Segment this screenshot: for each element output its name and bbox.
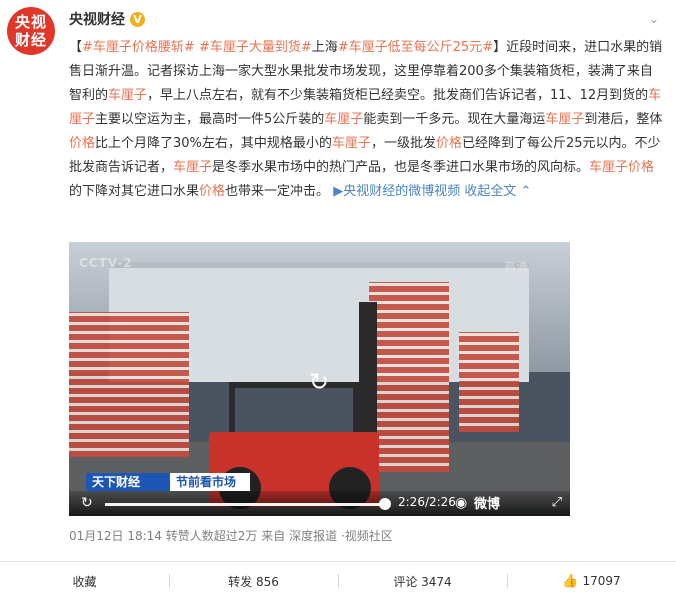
keyword-highlight: 价格 — [199, 184, 226, 199]
source-prefix: 来自 — [261, 529, 286, 543]
post-segment: 也带来一定冲击。 — [225, 184, 330, 199]
more-menu-chevron-icon[interactable]: ⌄ — [646, 12, 662, 26]
repost-label: 转发 856 — [228, 574, 279, 589]
keyword-highlight: 车厘子 — [331, 136, 371, 151]
hashtag-large-arrival[interactable]: #车厘子大量到货# — [199, 40, 312, 55]
video-frame-crates-mid — [369, 282, 449, 472]
favorite-button[interactable]: 收藏 — [0, 562, 169, 600]
video-frame-crates-right — [459, 332, 519, 432]
progress-handle[interactable] — [379, 498, 391, 510]
video-player[interactable]: CCTV-2 高清 ↻ 天下财经 节前看市场 ↻ 2:26/2:26 ◉ 微博 … — [69, 242, 570, 516]
post-segment: ，早上八点左右，就有不少集装箱货柜已经卖空。批发商们告诉记者，11、12月到货的 — [147, 88, 649, 103]
program-tag: 天下财经 — [86, 473, 170, 491]
thumbs-up-icon: 👍 — [562, 573, 579, 589]
avatar-text-top: 央视 — [14, 13, 47, 31]
author-name-row: 央视财经 V — [69, 9, 145, 29]
like-button[interactable]: 👍 17097 — [507, 562, 676, 600]
replay-control-icon[interactable]: ↻ — [81, 495, 93, 511]
keyword-highlight: 车厘子 — [324, 112, 364, 127]
keyword-highlight: 车厘子 — [545, 112, 585, 127]
fullscreen-icon[interactable]: ⤢ — [552, 495, 562, 510]
avatar[interactable]: 央视 财经 — [7, 7, 55, 55]
keyword-highlight: 车厘子 — [173, 160, 213, 175]
repost-count-text: 转赞人数超过2万 — [165, 529, 258, 543]
segment-tag: 节前看市场 — [170, 473, 250, 491]
post-meta: 01月12日 18:14 转赞人数超过2万 来自 深度报道 ·视频社区 — [69, 527, 393, 544]
keyword-highlight: 车厘子 — [108, 88, 148, 103]
video-frame-crates-left — [69, 312, 189, 457]
post-text: 【#车厘子价格腰斩# #车厘子大量到货#上海#车厘子低至每公斤25元#】近段时间… — [69, 36, 665, 204]
video-controls: ↻ 2:26/2:26 ◉ 微博 ⤢ — [69, 491, 570, 516]
keyword-highlight: 车厘子价格 — [589, 160, 655, 175]
hashtag3-prefix: 上海 — [311, 40, 338, 55]
verified-badge-icon: V — [130, 11, 145, 27]
channel-watermark: CCTV-2 — [79, 256, 133, 270]
bracket-open: 【 — [69, 40, 83, 55]
repost-button[interactable]: 转发 856 — [169, 562, 338, 600]
post-segment: 能卖到一千多元。现在大量海运 — [363, 112, 546, 127]
post-segment: 是冬季水果市场中的热门产品，也是冬季进口水果市场的风向标。 — [212, 160, 590, 175]
post-segment: 的下降对其它进口水果 — [69, 184, 200, 199]
chevron-up-icon[interactable]: ⌃ — [516, 184, 531, 199]
source-link-1[interactable]: 深度报道 — [289, 529, 337, 543]
video-link-icon[interactable]: ▶ — [333, 184, 343, 199]
source-link-2[interactable]: 视频社区 — [345, 529, 393, 543]
avatar-text-bottom: 财经 — [14, 31, 47, 49]
keyword-highlight: 价格 — [435, 136, 462, 151]
like-count: 17097 — [582, 574, 621, 588]
weibo-post-card: 央视 财经 央视财经 V ⌄ 【#车厘子价格腰斩# #车厘子大量到货#上海#车厘… — [0, 0, 676, 600]
collapse-text-link[interactable]: 收起全文 — [464, 184, 516, 199]
favorite-label: 收藏 — [72, 574, 97, 589]
bracket-close: 】 — [493, 40, 507, 55]
hashtag-price-halved[interactable]: #车厘子价格腰斩# — [82, 40, 195, 55]
keyword-highlight: 价格 — [69, 136, 96, 151]
author-name[interactable]: 央视财经 — [69, 9, 125, 29]
post-segment: 比上个月降了30%左右，其中规格最小的 — [95, 136, 332, 151]
post-segment: ，一级批发 — [370, 136, 436, 151]
post-segment: 到港后，整体 — [584, 112, 663, 127]
progress-bar[interactable] — [105, 503, 383, 506]
post-segment: 主要以空运为主，最高时一件5公斤装的 — [95, 112, 325, 127]
post-date[interactable]: 01月12日 18:14 — [69, 529, 162, 543]
comment-button[interactable]: 评论 3474 — [338, 562, 507, 600]
quality-label: 高清 — [503, 260, 528, 274]
video-link[interactable]: 央视财经的微博视频 — [343, 184, 460, 199]
weibo-brand: 微博 — [474, 497, 501, 512]
replay-icon[interactable]: ↻ — [304, 367, 334, 397]
hashtag-25-per-kg[interactable]: #车厘子低至每公斤25元# — [338, 40, 493, 55]
comment-label: 评论 3474 — [393, 574, 452, 589]
weibo-logo-icon: ◉ — [455, 495, 468, 511]
playback-time: 2:26/2:26 — [398, 495, 456, 509]
action-bar: 收藏 转发 856 评论 3474 👍 17097 — [0, 562, 676, 600]
